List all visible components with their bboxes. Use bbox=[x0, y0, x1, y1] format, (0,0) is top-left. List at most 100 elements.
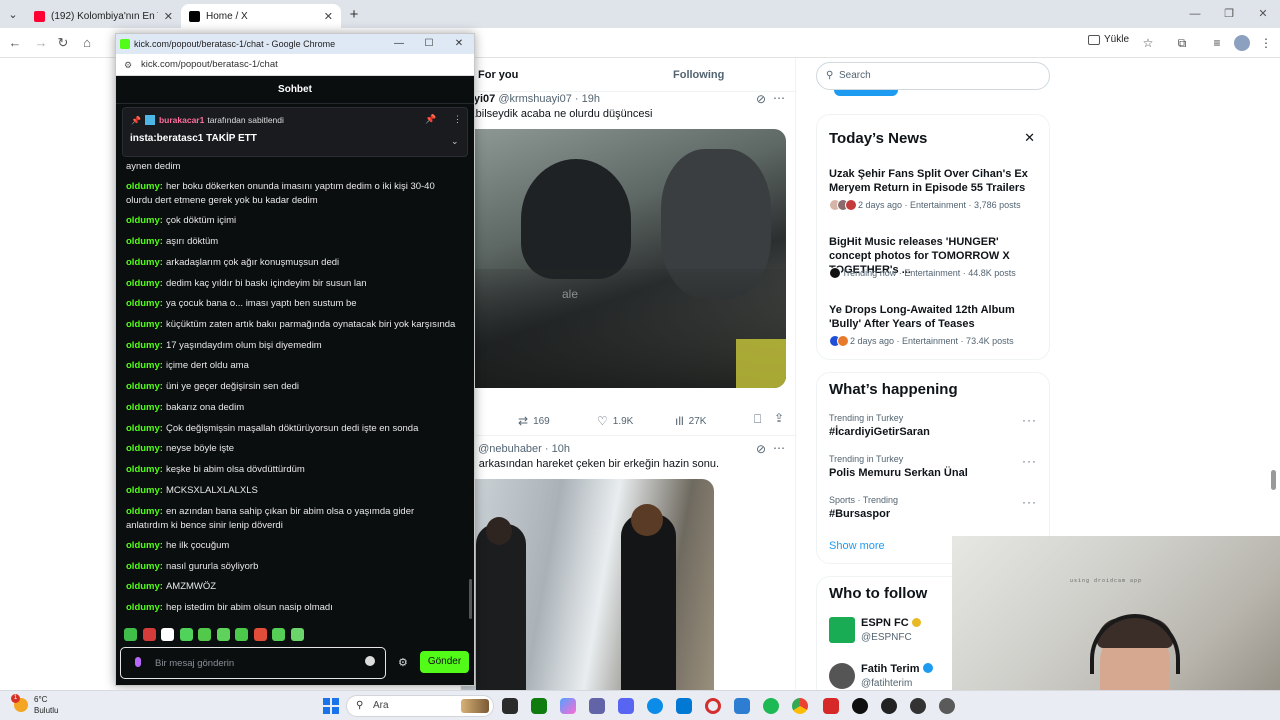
close-tab-icon[interactable]: ✕ bbox=[324, 10, 333, 23]
reload-icon[interactable]: ↻ bbox=[54, 34, 72, 52]
trend-more-icon[interactable]: ··· bbox=[1022, 495, 1037, 509]
xbox-icon[interactable] bbox=[531, 698, 547, 714]
edge-icon[interactable] bbox=[647, 698, 663, 714]
emote-icon[interactable] bbox=[272, 628, 285, 641]
chat-username[interactable]: oldumy: bbox=[126, 381, 163, 392]
subscribe-button[interactable] bbox=[834, 90, 898, 96]
bookmark-star-icon[interactable]: ☆ bbox=[1140, 35, 1156, 51]
more-menu-icon[interactable]: ⋮ bbox=[1258, 35, 1274, 51]
tweet-video[interactable] bbox=[461, 479, 714, 690]
emote-icon[interactable] bbox=[235, 628, 248, 641]
mail-icon[interactable] bbox=[734, 698, 750, 714]
page-scrollbar[interactable] bbox=[1271, 470, 1276, 490]
chat-username[interactable]: oldumy: bbox=[126, 340, 163, 351]
chat-settings-icon[interactable]: ⚙ bbox=[398, 656, 408, 669]
pinned-more-icon[interactable]: ⋮ bbox=[453, 114, 462, 125]
chat-username[interactable]: oldumy: bbox=[126, 360, 163, 371]
chevron-down-icon[interactable]: ⌄ bbox=[451, 136, 459, 147]
grok-icon[interactable]: ⊘ bbox=[756, 92, 766, 106]
news-headline[interactable]: Ye Drops Long-Awaited 12th Album 'Bully'… bbox=[829, 303, 1039, 331]
chat-username[interactable]: oldumy: bbox=[126, 464, 163, 475]
tweet-more-icon[interactable]: ⋯ bbox=[773, 91, 785, 105]
new-tab-button[interactable]: + bbox=[341, 6, 367, 23]
task-view-icon[interactable] bbox=[502, 698, 518, 714]
close-tab-icon[interactable]: ✕ bbox=[164, 10, 173, 23]
trend-name[interactable]: #Bursaspor bbox=[829, 508, 890, 520]
emote-icon[interactable] bbox=[124, 628, 137, 641]
minimize-button[interactable]: — bbox=[1178, 0, 1212, 28]
emote-icon[interactable] bbox=[161, 628, 174, 641]
store-icon[interactable] bbox=[676, 698, 692, 714]
app-icon[interactable] bbox=[939, 698, 955, 714]
taskbar-search[interactable]: ⚲ Ara bbox=[346, 695, 494, 717]
weather-widget[interactable]: 1 6°C Bulutlu bbox=[11, 694, 58, 716]
chat-username[interactable]: oldumy: bbox=[126, 602, 163, 613]
chat-message-input[interactable] bbox=[155, 654, 355, 672]
emote-icon[interactable] bbox=[290, 628, 304, 641]
tab-x-home[interactable]: Home / X ✕ bbox=[181, 4, 341, 28]
pinned-message[interactable]: 📌 burakacar1 tarafından sabitlendi insta… bbox=[122, 107, 468, 157]
spotify-icon[interactable] bbox=[763, 698, 779, 714]
tab-youtube[interactable]: (192) Kolombiya'nın En Tehlikeli ✕ bbox=[26, 4, 181, 28]
retweet-button[interactable]: ⇄ 169 bbox=[518, 414, 550, 428]
chat-scrollbar[interactable] bbox=[469, 579, 472, 619]
search-input[interactable]: ⚲ Search bbox=[816, 62, 1050, 90]
emote-icon[interactable] bbox=[142, 628, 156, 641]
chat-username[interactable]: oldumy: bbox=[126, 181, 163, 192]
send-button[interactable]: Gönder bbox=[420, 651, 469, 673]
emote-icon[interactable] bbox=[216, 628, 230, 641]
tab-search-icon[interactable]: ⌄ bbox=[0, 3, 26, 25]
obs-icon[interactable] bbox=[852, 698, 868, 714]
news-headline[interactable]: Uzak Şehir Fans Split Over Cihan's Ex Me… bbox=[829, 167, 1039, 195]
reading-list-icon[interactable]: ≡ bbox=[1209, 35, 1225, 51]
teams-icon[interactable] bbox=[589, 698, 605, 714]
tab-following[interactable]: Following bbox=[673, 69, 724, 81]
chat-username[interactable]: oldumy: bbox=[126, 423, 163, 434]
maximize-button[interactable]: ☐ bbox=[414, 34, 444, 54]
chat-username[interactable]: oldumy: bbox=[126, 506, 163, 517]
trend-more-icon[interactable]: ··· bbox=[1022, 454, 1037, 468]
chat-username[interactable]: oldumy: bbox=[126, 561, 163, 572]
close-window-button[interactable]: ✕ bbox=[444, 34, 474, 54]
emote-icon[interactable] bbox=[253, 628, 267, 641]
profile-avatar[interactable] bbox=[1234, 35, 1250, 51]
upload-button[interactable]: Yükle bbox=[1088, 34, 1129, 45]
chat-username[interactable]: oldumy: bbox=[126, 485, 163, 496]
popup-address-bar[interactable]: ⚙ kick.com/popout/beratasc-1/chat bbox=[116, 54, 474, 76]
chat-username[interactable]: oldumy: bbox=[126, 298, 163, 309]
back-icon[interactable]: ← bbox=[6, 34, 24, 52]
extensions-icon[interactable]: ⧉ bbox=[1174, 35, 1190, 51]
chat-username[interactable]: oldumy: bbox=[126, 402, 163, 413]
tab-for-you[interactable]: For you bbox=[478, 69, 518, 81]
copilot-icon[interactable] bbox=[560, 698, 576, 714]
start-button[interactable] bbox=[323, 698, 339, 714]
chat-username[interactable]: oldumy: bbox=[126, 581, 163, 592]
chat-username[interactable]: oldumy: bbox=[126, 215, 163, 226]
follow-name[interactable]: ESPN FC bbox=[861, 617, 921, 629]
chat-username[interactable]: oldumy: bbox=[126, 319, 163, 330]
opera-icon[interactable] bbox=[705, 698, 721, 714]
home-icon[interactable]: ⌂ bbox=[78, 34, 96, 52]
close-window-button[interactable]: ✕ bbox=[1246, 0, 1280, 28]
chat-username[interactable]: oldumy: bbox=[126, 257, 163, 268]
chat-username[interactable]: oldumy: bbox=[126, 236, 163, 247]
trend-more-icon[interactable]: ··· bbox=[1022, 413, 1037, 427]
chat-username[interactable]: oldumy: bbox=[126, 278, 163, 289]
discord-icon[interactable] bbox=[618, 698, 634, 714]
pinned-by-user[interactable]: burakacar1 bbox=[159, 115, 204, 125]
forward-icon[interactable]: → bbox=[32, 34, 50, 52]
site-info-icon[interactable]: ⚙ bbox=[124, 54, 132, 76]
chat-input-box[interactable] bbox=[120, 647, 386, 679]
chat-username[interactable]: oldumy: bbox=[126, 443, 163, 454]
chrome-icon[interactable] bbox=[792, 698, 808, 714]
close-icon[interactable]: ✕ bbox=[1024, 130, 1035, 146]
maximize-button[interactable]: ❐ bbox=[1212, 0, 1246, 28]
emote-icon[interactable] bbox=[198, 628, 211, 641]
espnfc-avatar[interactable] bbox=[829, 617, 855, 643]
views-button[interactable]: ıll 27K bbox=[675, 414, 706, 428]
grok-icon[interactable]: ⊘ bbox=[756, 442, 766, 456]
tweet-more-icon[interactable]: ⋯ bbox=[773, 441, 785, 455]
app-icon[interactable] bbox=[881, 698, 897, 714]
app-icon[interactable] bbox=[910, 698, 926, 714]
emote-icon[interactable] bbox=[179, 628, 193, 641]
